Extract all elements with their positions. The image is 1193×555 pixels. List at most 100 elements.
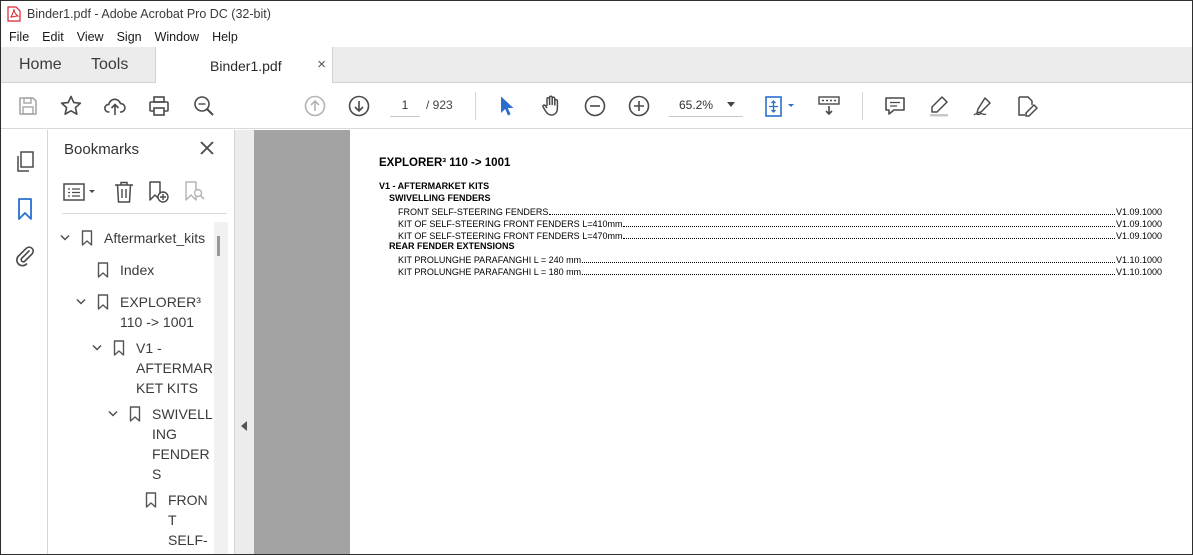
- bookmark-item-explorer[interactable]: EXPLORER³ 110 -> 1001: [48, 292, 213, 332]
- bookmark-icon: [145, 492, 157, 508]
- close-icon[interactable]: [198, 139, 216, 157]
- zoom-in-icon[interactable]: [627, 94, 651, 118]
- toc-entry-text: KIT PROLUNGHE PARAFANGHI L = 240 mm: [398, 255, 582, 265]
- acrobat-pdf-icon: [7, 6, 21, 22]
- chevron-down-icon[interactable]: [92, 344, 102, 352]
- hand-tool-icon[interactable]: [539, 94, 563, 118]
- select-cursor-icon[interactable]: [495, 94, 519, 118]
- bookmark-label: Index: [120, 262, 155, 278]
- collapse-arrow-icon[interactable]: [241, 421, 247, 431]
- bookmark-icon: [97, 262, 109, 278]
- save-icon[interactable]: [16, 94, 40, 118]
- menu-view[interactable]: View: [77, 30, 104, 44]
- toc-page-ref: V1.09.1000: [1115, 231, 1162, 241]
- comment-icon[interactable]: [883, 94, 907, 118]
- zoom-level-dropdown[interactable]: 65.2%: [669, 93, 743, 117]
- toc-row[interactable]: KIT PROLUNGHE PARAFANGHI L = 240 mm V1.1…: [398, 253, 1162, 265]
- bookmark-options-icon[interactable]: [62, 180, 100, 204]
- bookmark-star-icon[interactable]: [59, 94, 83, 118]
- toc-page-ref: V1.10.1000: [1115, 267, 1162, 277]
- bookmark-item-front-self-steering[interactable]: FRON T SELF-: [48, 490, 213, 554]
- divider: [62, 213, 227, 214]
- page-thumbnails-icon[interactable]: [13, 150, 37, 174]
- toolbar-divider: [475, 92, 476, 120]
- delete-trash-icon[interactable]: [112, 180, 136, 204]
- scrollbar-thumb[interactable]: [217, 236, 220, 256]
- tab-document-label: Binder1.pdf: [210, 57, 282, 74]
- title-bar: Binder1.pdf - Adobe Acrobat Pro DC (32-b…: [1, 1, 1192, 27]
- tab-close-button[interactable]: ×: [317, 56, 326, 73]
- chevron-down-icon[interactable]: [76, 298, 86, 306]
- chevron-down-icon[interactable]: [108, 410, 118, 418]
- upload-cloud-icon[interactable]: [103, 94, 127, 118]
- menu-sign[interactable]: Sign: [117, 30, 142, 44]
- menu-file[interactable]: File: [9, 30, 29, 44]
- menu-bar: File Edit View Sign Window Help: [1, 27, 1192, 47]
- bookmark-icon: [97, 294, 109, 310]
- toc-entry-text: KIT OF SELF-STEERING FRONT FENDERS L=470…: [398, 231, 623, 241]
- pdf-page: EXPLORER³ 110 -> 1001 V1 - AFTERMARKET K…: [350, 130, 1192, 554]
- bookmark-item-index[interactable]: Index: [48, 260, 213, 280]
- bookmark-icon: [81, 230, 93, 246]
- bookmark-item-swivelling-fenders[interactable]: SWIVELL ING FENDER S: [48, 404, 213, 484]
- group-heading: REAR FENDER EXTENSIONS: [389, 241, 515, 251]
- bookmarks-panel: Bookmarks Aftermarket_kits Index EXPLORE…: [48, 130, 235, 554]
- menu-window[interactable]: Window: [155, 30, 199, 44]
- menu-edit[interactable]: Edit: [42, 30, 64, 44]
- toc-row[interactable]: KIT OF SELF-STEERING FRONT FENDERS L=410…: [398, 217, 1162, 229]
- bookmark-label: S: [152, 466, 162, 482]
- next-page-icon[interactable]: [347, 94, 371, 118]
- toc-page-ref: V1.09.1000: [1115, 219, 1162, 229]
- toc-entry-text: KIT PROLUNGHE PARAFANGHI L = 180 mm: [398, 267, 582, 277]
- toc-row[interactable]: FRONT SELF-STEERING FENDERS V1.09.1000: [398, 205, 1162, 217]
- bookmark-label: FENDER: [152, 446, 210, 462]
- bookmark-icon: [129, 406, 141, 422]
- edit-pdf-icon[interactable]: [1015, 94, 1039, 118]
- bookmark-item-aftermarket-kits[interactable]: Aftermarket_kits: [48, 228, 213, 248]
- attachments-paperclip-icon[interactable]: [13, 244, 37, 268]
- panel-collapse-handle[interactable]: [235, 130, 254, 554]
- bookmark-item-v1-aftermarket-kits[interactable]: V1 - AFTERMAR KET KITS: [48, 338, 213, 398]
- bookmark-label: FRON: [168, 492, 208, 508]
- sign-pen-icon[interactable]: [971, 94, 995, 118]
- search-zoom-icon[interactable]: [192, 94, 216, 118]
- bookmark-label: V1 -: [136, 340, 162, 356]
- menu-help[interactable]: Help: [212, 30, 238, 44]
- toc-leader-dots: [582, 262, 1115, 263]
- zoom-out-icon[interactable]: [583, 94, 607, 118]
- toc-entry-text: FRONT SELF-STEERING FENDERS: [398, 207, 549, 217]
- toc-page-ref: V1.09.1000: [1115, 207, 1162, 217]
- chevron-down-icon: [727, 102, 735, 107]
- tab-document[interactable]: Binder1.pdf ×: [155, 47, 333, 84]
- page-total: / 923: [426, 98, 453, 112]
- tab-tools[interactable]: Tools: [91, 47, 128, 83]
- window-title: Binder1.pdf - Adobe Acrobat Pro DC (32-b…: [27, 7, 271, 21]
- bookmark-label: SWIVELL: [152, 406, 213, 422]
- bookmark-label: ING: [152, 426, 177, 442]
- chevron-down-icon[interactable]: [60, 234, 70, 242]
- print-icon[interactable]: [147, 94, 171, 118]
- group-heading: SWIVELLING FENDERS: [389, 193, 491, 203]
- bookmarks-toolbar: [62, 178, 222, 208]
- bookmarks-panel-title: Bookmarks: [64, 141, 140, 158]
- bookmark-search-icon[interactable]: [182, 180, 206, 204]
- bookmarks-scrollbar[interactable]: [214, 222, 228, 554]
- bookmark-label: 110 -> 1001: [120, 314, 195, 330]
- page-number-input[interactable]: [390, 93, 420, 117]
- document-view[interactable]: EXPLORER³ 110 -> 1001 V1 - AFTERMARKET K…: [254, 130, 1192, 554]
- section-heading: V1 - AFTERMARKET KITS: [379, 181, 490, 191]
- bookmark-panel-icon[interactable]: [13, 197, 37, 221]
- highlight-pen-icon[interactable]: [927, 94, 951, 118]
- fit-page-icon[interactable]: [763, 94, 797, 118]
- toc-row[interactable]: KIT OF SELF-STEERING FRONT FENDERS L=470…: [398, 229, 1162, 241]
- bookmark-label: EXPLORER³: [120, 294, 201, 310]
- bookmark-label: Aftermarket_kits: [104, 230, 206, 246]
- acrobat-window: Binder1.pdf - Adobe Acrobat Pro DC (32-b…: [0, 0, 1193, 555]
- previous-page-icon[interactable]: [303, 94, 327, 118]
- new-bookmark-icon[interactable]: [146, 180, 170, 204]
- keyboard-scroll-icon[interactable]: [817, 94, 841, 118]
- tab-home[interactable]: Home: [19, 47, 62, 83]
- toc-row[interactable]: KIT PROLUNGHE PARAFANGHI L = 180 mm V1.1…: [398, 265, 1162, 277]
- navigation-rail: [1, 130, 48, 554]
- bookmarks-tree: Aftermarket_kits Index EXPLORER³ 110 -> …: [48, 222, 213, 554]
